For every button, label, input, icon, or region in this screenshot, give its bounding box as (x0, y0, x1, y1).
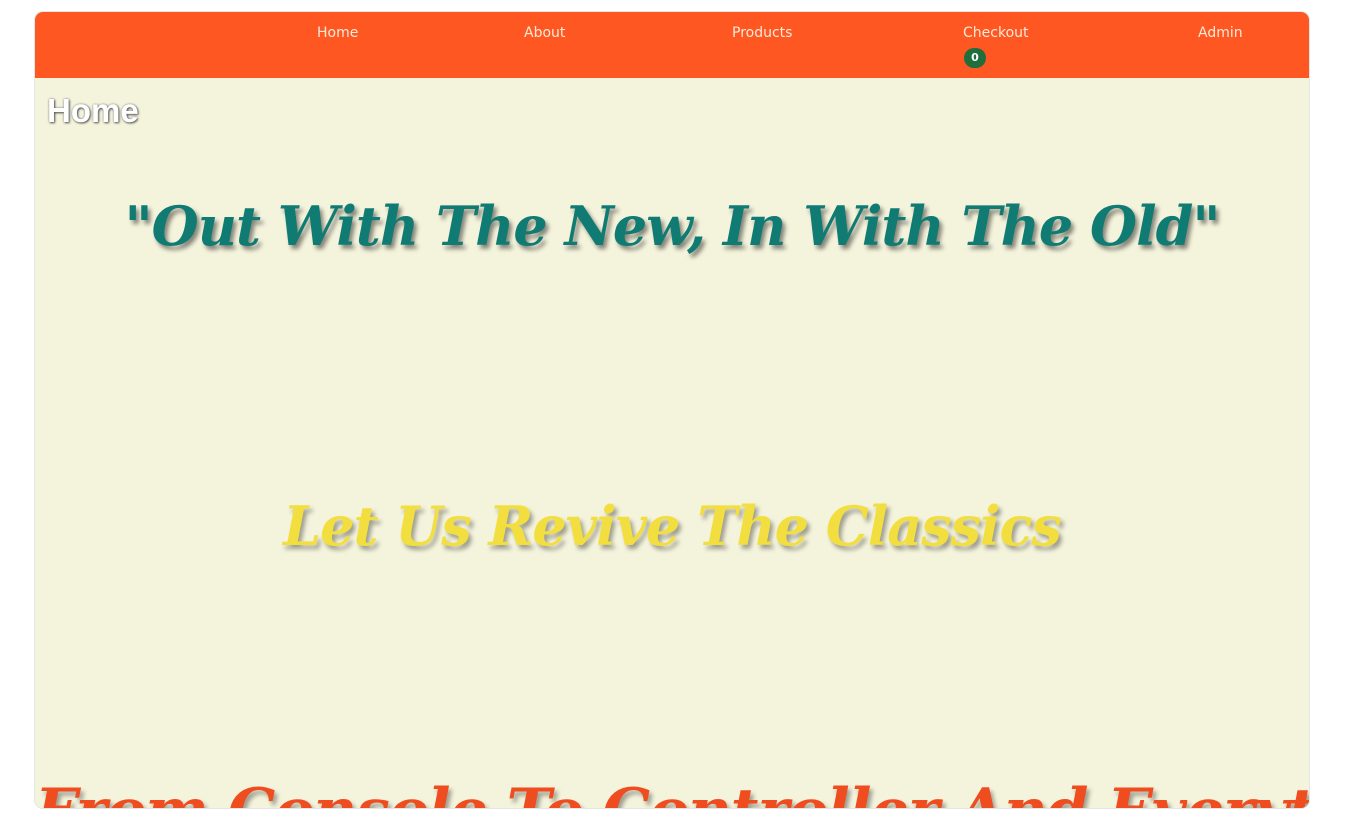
cart-count-badge[interactable]: 0 (964, 48, 986, 68)
nav-link-admin[interactable]: Admin (1198, 25, 1243, 41)
hero-slogan-secondary: Let Us Revive The Classics (283, 494, 1062, 558)
top-navbar: Home About Products Checkout 0 Admin (35, 12, 1309, 78)
hero-slogan-tertiary: From Console To Controller And Everythin… (35, 776, 1309, 808)
nav-link-about[interactable]: About (524, 25, 565, 41)
nav-link-products[interactable]: Products (732, 25, 792, 41)
nav-link-checkout[interactable]: Checkout (963, 25, 1029, 41)
nav-link-home[interactable]: Home (317, 25, 358, 41)
page-title: Home (47, 92, 139, 129)
hero-slogan-primary: "Out With The New, In With The Old" (124, 194, 1221, 258)
app-frame: Home About Products Checkout 0 Admin Hom… (35, 12, 1309, 808)
